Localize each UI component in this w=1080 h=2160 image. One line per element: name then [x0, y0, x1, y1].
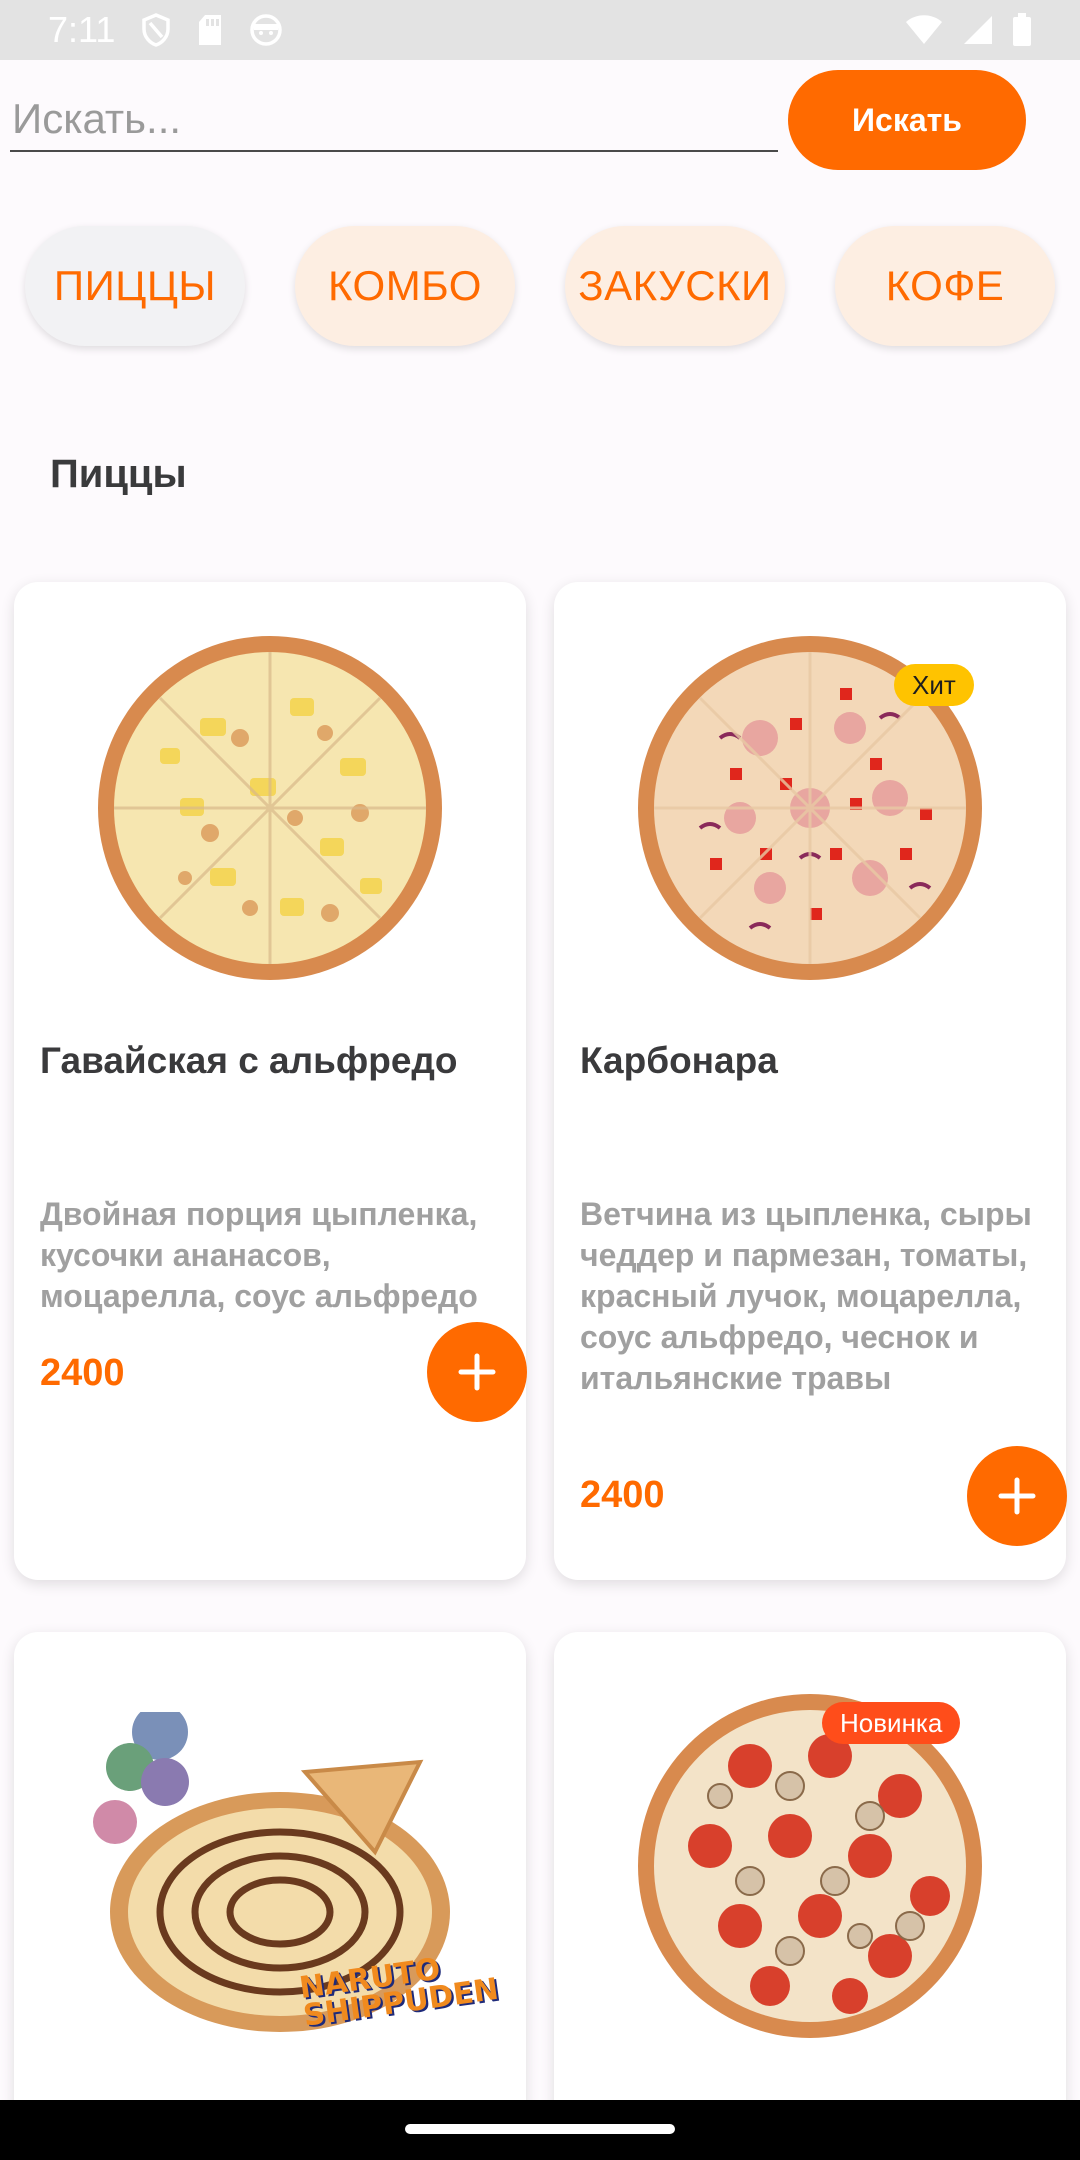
product-price: 2400: [40, 1352, 125, 1394]
product-name: Карбонара: [580, 1040, 778, 1081]
add-to-cart-button[interactable]: [967, 1446, 1067, 1546]
shield-icon: [141, 13, 171, 47]
product-card[interactable]: Новинка: [554, 1632, 1066, 2160]
product-price: 2400: [580, 1474, 665, 1516]
pizza-image: [90, 628, 450, 988]
product-card[interactable]: Гавайская с альфредо Двойная порция цыпл…: [14, 582, 527, 1580]
new-badge: Новинка: [822, 1702, 961, 1744]
sd-card-icon: [197, 14, 223, 46]
home-indicator[interactable]: [405, 2124, 675, 2134]
product-name: Гавайская с альфредо: [40, 1040, 458, 1081]
category-chip-snacks[interactable]: ЗАКУСКИ: [565, 226, 785, 346]
plus-icon: [998, 1477, 1036, 1515]
status-time: 7:11: [48, 9, 116, 50]
search-bar: Искать: [0, 60, 1080, 180]
search-button[interactable]: Искать: [788, 70, 1026, 170]
battery-icon: [1012, 13, 1032, 47]
search-input[interactable]: [10, 88, 778, 152]
category-chip-coffee[interactable]: КОФЕ: [835, 226, 1055, 346]
wifi-icon: [904, 14, 944, 46]
add-to-cart-button[interactable]: [427, 1322, 527, 1422]
product-description: Двойная порция цыпленка, кусочки ананасо…: [40, 1196, 478, 1314]
product-card[interactable]: Хит Карбонара Ветчина из цыпленка, сыры …: [554, 582, 1067, 1580]
naruto-logo-text: NARUTO SHIPPUDEN: [297, 1951, 501, 2034]
hit-badge: Хит: [894, 664, 974, 706]
plus-icon: [458, 1353, 496, 1391]
signal-icon: [962, 14, 994, 46]
product-card[interactable]: NARUTO SHIPPUDEN: [14, 1632, 526, 2160]
product-description: Ветчина из цыпленка, сыры чеддер и парме…: [580, 1196, 1032, 1396]
category-chip-pizzas[interactable]: ПИЦЦЫ: [25, 226, 245, 346]
section-title: Пиццы: [50, 452, 187, 496]
face-icon: [249, 13, 283, 47]
category-chip-combo[interactable]: КОМБО: [295, 226, 515, 346]
status-bar: 7:11: [0, 0, 1080, 60]
